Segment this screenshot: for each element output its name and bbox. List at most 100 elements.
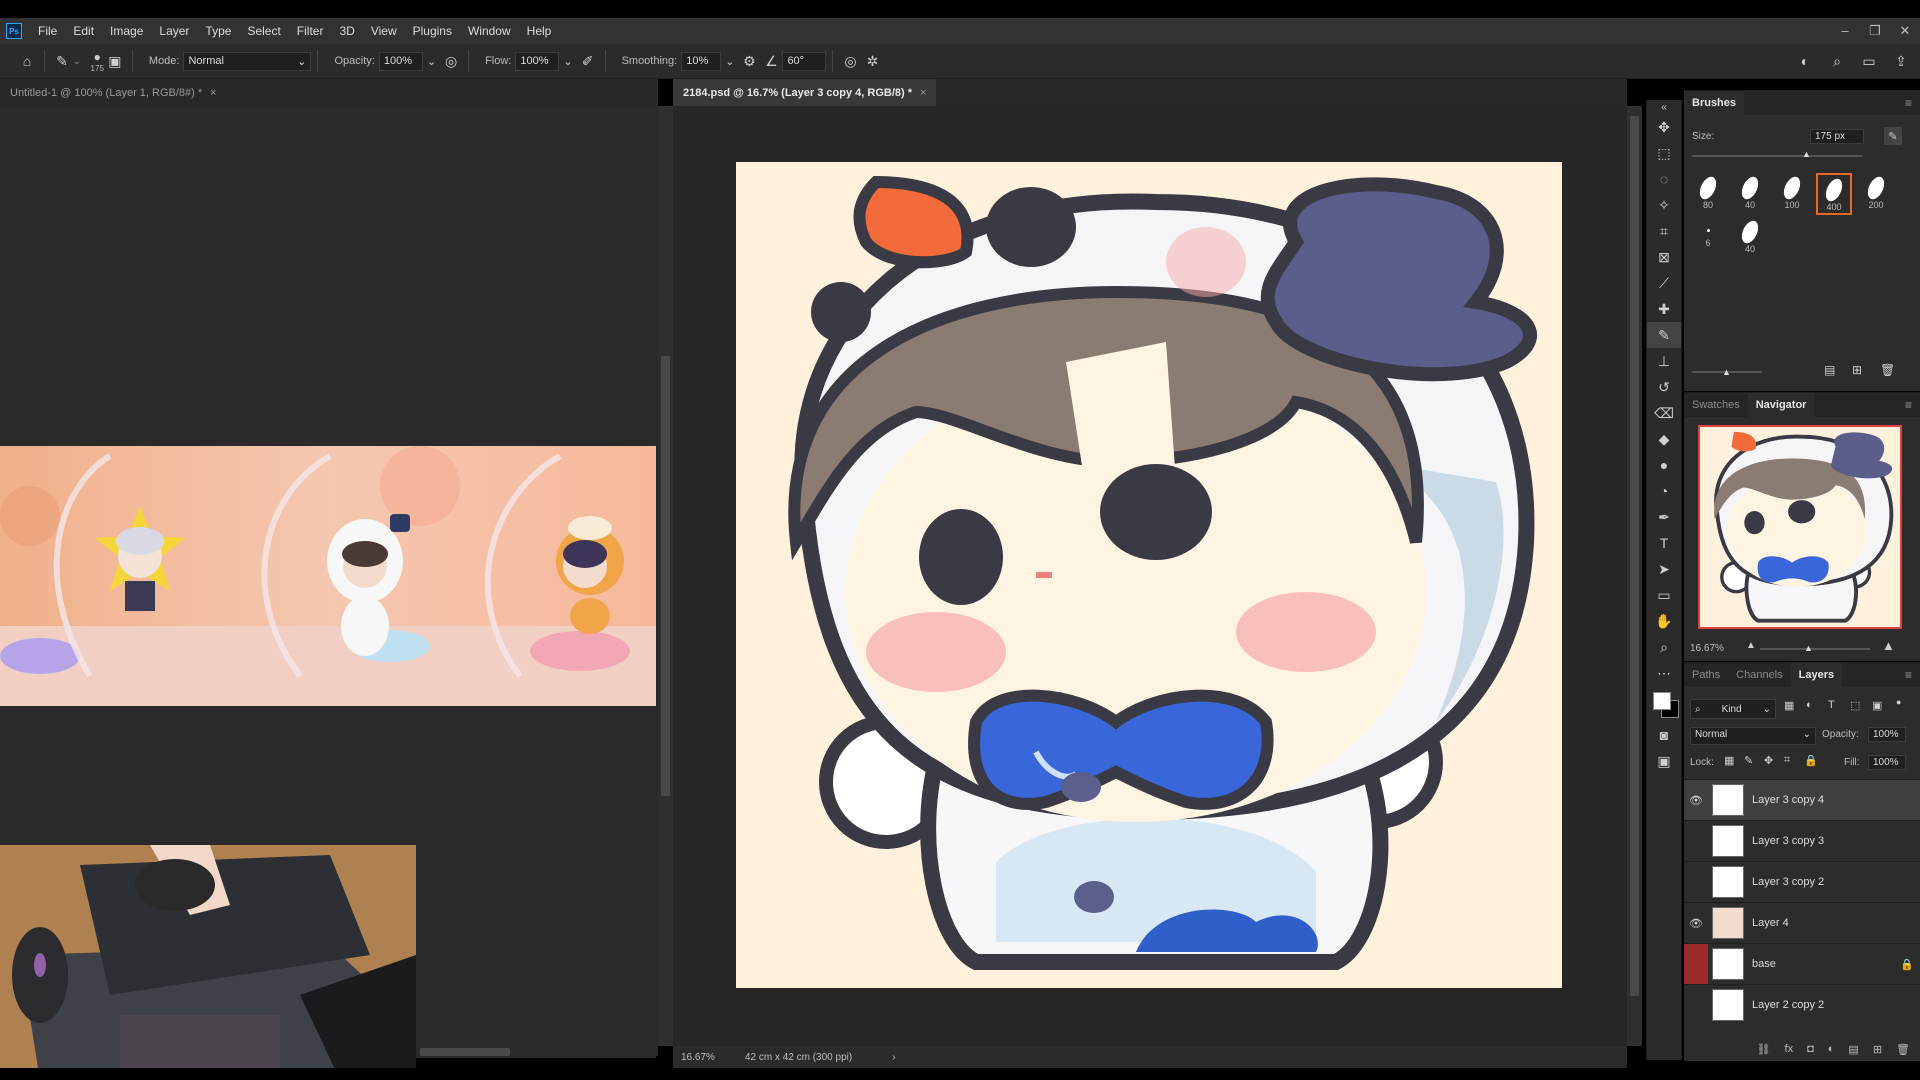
new-layer-icon[interactable]: ⊞ [1873,1043,1882,1056]
symmetry-icon[interactable]: ✲ [861,50,883,72]
frame-tool-icon[interactable]: ⊠ [1647,244,1681,270]
dodge-tool-icon[interactable]: ◔ [1647,478,1681,504]
minimize-button[interactable]: – [1830,18,1860,44]
menu-3d[interactable]: 3D [331,24,362,38]
filter-shape-icon[interactable]: ⬚ [1850,699,1860,712]
airbrush-icon[interactable]: ✐ [577,50,599,72]
screen-mode-icon[interactable]: ▣ [1647,748,1681,774]
brush-preset[interactable]: 40 [1732,217,1768,259]
stamp-tool-icon[interactable]: ⊥ [1647,348,1681,374]
filter-pixel-icon[interactable]: ▦ [1784,699,1794,712]
trash-icon[interactable]: 🗑 [1896,1043,1910,1056]
marquee-tool-icon[interactable]: ⬚ [1647,140,1681,166]
workspace-icon[interactable]: ▭ [1858,50,1880,72]
visibility-eye-icon[interactable]: 👁 [1684,780,1708,820]
navigator-preview[interactable] [1698,425,1902,629]
zoom-slider[interactable] [1760,648,1870,650]
layer-row[interactable]: 👁 Layer 3 copy 4 [1684,779,1920,820]
hand-rotate-icon[interactable]: ✋ [1647,608,1681,634]
navigator-zoom[interactable]: 16.67% [1690,643,1724,654]
size-slider[interactable] [1692,155,1862,157]
filter-adjustment-icon[interactable]: ◐ [1806,699,1813,711]
status-zoom[interactable]: 16.67% [681,1052,715,1063]
tab-swatches[interactable]: Swatches [1684,393,1748,417]
doc2-scrollbar[interactable] [1627,106,1642,1046]
trash-icon[interactable]: 🗑 [1880,363,1895,377]
lock-position-icon[interactable]: ✥ [1764,754,1773,767]
new-group-icon[interactable]: ▤ [1848,1043,1858,1056]
menu-edit[interactable]: Edit [65,24,102,38]
chevron-down-icon[interactable]: ⌄ [73,56,81,67]
collapse-icon[interactable]: « [1647,100,1681,114]
menu-image[interactable]: Image [102,24,151,38]
brush-preset[interactable]: 6 [1690,217,1726,259]
tab-untitled-1[interactable]: Untitled-1 @ 100% (Layer 1, RGB/8#) * × [0,79,227,106]
layer-row[interactable]: Layer 3 copy 2 [1684,861,1920,902]
pressure-opacity-icon[interactable]: ◎ [440,50,462,72]
zoom-out-icon[interactable]: ▲ [1746,640,1756,651]
scroll-thumb[interactable] [661,356,670,796]
menu-plugins[interactable]: Plugins [405,24,460,38]
blur-tool-icon[interactable]: ● [1647,452,1681,478]
layer-opacity-field[interactable]: 100% [1868,727,1906,742]
mode-dropdown[interactable]: Normal ⌄ [183,51,312,71]
artwork-canvas[interactable] [736,162,1562,988]
menu-layer[interactable]: Layer [151,24,197,38]
panel-menu-icon[interactable]: ≡ [1905,96,1912,110]
close-window-button[interactable]: ✕ [1890,18,1920,44]
paint-bucket-icon[interactable]: ◆ [1647,426,1681,452]
menu-select[interactable]: Select [239,24,288,38]
fill-field[interactable]: 100% [1868,755,1906,770]
home-icon[interactable]: ⌂ [16,50,38,72]
brush-preset[interactable]: 100 [1774,173,1810,215]
lock-transparent-icon[interactable]: ▦ [1724,754,1734,767]
visibility-toggle[interactable] [1684,985,1708,1025]
brush-settings-panel-icon[interactable]: ▣ [104,50,126,72]
panel-menu-icon[interactable]: ≡ [1905,668,1912,682]
lasso-tool-icon[interactable]: ◌ [1647,166,1681,192]
brush-settings-icon[interactable]: ✎ [1884,127,1902,145]
brush-preset[interactable]: 80 [1690,173,1726,215]
adjustment-layer-icon[interactable]: ◐ [1828,1043,1835,1055]
lock-artboard-icon[interactable]: ⌗ [1784,754,1790,767]
preview-slider-thumb[interactable]: ▲ [1722,367,1731,377]
zoom-tool-icon[interactable]: ⌕ [1647,634,1681,660]
add-mask-icon[interactable]: ◘ [1807,1043,1814,1055]
brush-tool-preset-icon[interactable]: ✎ [51,50,73,72]
quick-mask-icon[interactable]: ◙ [1647,722,1681,748]
menu-filter[interactable]: Filter [289,24,332,38]
tab-paths[interactable]: Paths [1684,663,1728,687]
brush-size-preview[interactable]: ● 175 [91,50,104,73]
path-select-icon[interactable]: ➤ [1647,556,1681,582]
visibility-toggle[interactable] [1684,862,1708,902]
filter-type-icon[interactable]: T [1828,699,1835,711]
rectangle-tool-icon[interactable]: ▭ [1647,582,1681,608]
flow-field[interactable]: 100% [515,51,560,71]
brush-preset[interactable]: 40 [1732,173,1768,215]
layer-row[interactable]: 👁 Layer 4 [1684,902,1920,943]
zoom-in-icon[interactable]: ▲ [1882,638,1895,653]
visibility-eye-icon[interactable]: 👁 [1684,903,1708,943]
new-brush-icon[interactable]: ⊞ [1852,363,1862,377]
restore-button[interactable]: ❐ [1860,18,1890,44]
lock-pixels-icon[interactable]: ✎ [1744,754,1753,767]
brush-tool-icon[interactable]: ✎ [1647,322,1681,348]
share-icon[interactable]: ⇪ [1890,50,1912,72]
visibility-toggle[interactable] [1684,944,1708,984]
filter-smart-object-icon[interactable]: ▣ [1872,699,1882,712]
smoothing-settings-gear-icon[interactable]: ⚙ [738,50,760,72]
layer-row[interactable]: Layer 2 copy 2 [1684,984,1920,1025]
lock-all-icon[interactable]: 🔒 [1804,754,1818,767]
color-swatches[interactable] [1647,686,1681,722]
tab-2184-psd[interactable]: 2184.psd @ 16.7% (Layer 3 copy 4, RGB/8)… [673,79,937,106]
size-slider-thumb[interactable]: ▲ [1802,149,1811,159]
tab-navigator[interactable]: Navigator [1747,393,1815,417]
more-tools-icon[interactable]: ⋯ [1647,660,1681,686]
crop-tool-icon[interactable]: ⌗ [1647,218,1681,244]
eraser-icon[interactable]: ⌫ [1647,400,1681,426]
close-tab-icon[interactable]: × [920,87,926,99]
layer-row[interactable]: base 🔒 [1684,943,1920,984]
menu-file[interactable]: File [30,24,65,38]
tab-brushes[interactable]: Brushes [1684,91,1745,115]
tab-layers[interactable]: Layers [1790,663,1843,687]
